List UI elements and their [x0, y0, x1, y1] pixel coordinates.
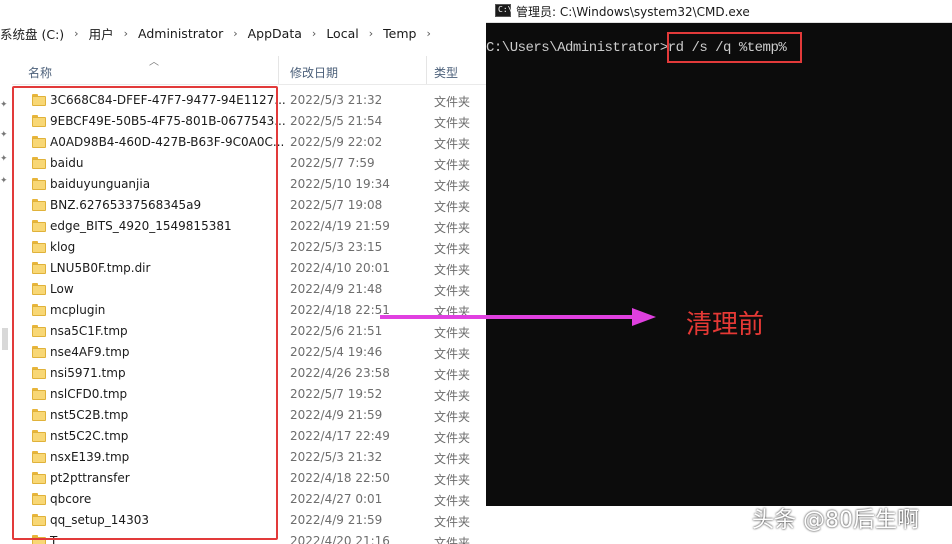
- file-modified-date: 2022/4/9 21:59: [290, 513, 383, 527]
- breadcrumb-separator-icon[interactable]: ›: [118, 27, 134, 40]
- column-divider[interactable]: [426, 56, 427, 84]
- file-type: 文件夹: [434, 494, 471, 508]
- file-type: 文件夹: [434, 515, 471, 529]
- navigation-pane: ✦ ✦ ✦ ✦: [0, 56, 12, 544]
- console-icon: C:\: [495, 4, 512, 17]
- breadcrumb: 系统盘 (C:) › 用户 › Administrator › AppData …: [0, 22, 486, 44]
- file-modified-date: 2022/5/6 21:51: [290, 324, 383, 338]
- file-type: 文件夹: [434, 137, 471, 151]
- breadcrumb-separator-icon[interactable]: ›: [420, 27, 436, 40]
- column-header-row: ︿ 名称 修改日期 类型: [12, 56, 486, 85]
- highlight-box-folder-list: [12, 86, 278, 540]
- breadcrumb-administrator[interactable]: Administrator: [134, 26, 227, 41]
- file-type: 文件夹: [434, 284, 471, 298]
- column-header-type[interactable]: 类型: [434, 64, 458, 81]
- watermark: 头条 @80后生啊: [752, 508, 919, 533]
- file-modified-date: 2022/5/4 19:46: [290, 345, 383, 359]
- file-modified-date: 2022/5/7 7:59: [290, 156, 375, 170]
- file-type: 文件夹: [434, 116, 471, 130]
- file-modified-date: 2022/5/9 22:02: [290, 135, 383, 149]
- file-modified-date: 2022/4/9 21:48: [290, 282, 383, 296]
- file-type: 文件夹: [434, 536, 471, 544]
- file-modified-date: 2022/5/3 23:15: [290, 240, 383, 254]
- file-modified-date: 2022/5/5 21:54: [290, 114, 383, 128]
- file-type: 文件夹: [434, 200, 471, 214]
- file-type: 文件夹: [434, 410, 471, 424]
- column-divider[interactable]: [278, 56, 279, 84]
- file-modified-date: 2022/4/27 0:01: [290, 492, 383, 506]
- file-type: 文件夹: [434, 326, 471, 340]
- breadcrumb-drive[interactable]: 系统盘 (C:): [0, 24, 68, 43]
- file-modified-date: 2022/4/26 23:58: [290, 366, 390, 380]
- file-type: 文件夹: [434, 389, 471, 403]
- file-modified-date: 2022/4/10 20:01: [290, 261, 390, 275]
- file-modified-date: 2022/4/19 21:59: [290, 219, 390, 233]
- cmd-window: C:\ 管理员: C:\Windows\system32\CMD.exe C:\…: [486, 0, 952, 506]
- breadcrumb-temp[interactable]: Temp: [379, 26, 420, 41]
- cmd-title-bar[interactable]: C:\ 管理员: C:\Windows\system32\CMD.exe: [486, 0, 952, 23]
- file-modified-date: 2022/4/18 22:51: [290, 303, 390, 317]
- pin-icon[interactable]: ✦: [0, 100, 8, 110]
- file-modified-date: 2022/5/10 19:34: [290, 177, 390, 191]
- file-type: 文件夹: [434, 368, 471, 382]
- file-type: 文件夹: [434, 221, 471, 235]
- nav-scrollbar-thumb[interactable]: [2, 328, 8, 350]
- breadcrumb-separator-icon[interactable]: ›: [227, 27, 243, 40]
- breadcrumb-appdata[interactable]: AppData: [244, 26, 306, 41]
- breadcrumb-separator-icon[interactable]: ›: [306, 27, 322, 40]
- file-type: 文件夹: [434, 305, 471, 319]
- file-type: 文件夹: [434, 242, 471, 256]
- cmd-window-title: 管理员: C:\Windows\system32\CMD.exe: [516, 5, 750, 19]
- file-modified-date: 2022/5/3 21:32: [290, 450, 383, 464]
- file-modified-date: 2022/5/7 19:52: [290, 387, 383, 401]
- highlight-box-command: [667, 32, 802, 63]
- annotation-label: 清理前: [686, 310, 765, 340]
- sort-ascending-icon: ︿: [149, 57, 159, 68]
- file-type: 文件夹: [434, 95, 471, 109]
- file-modified-date: 2022/5/3 21:32: [290, 93, 383, 107]
- file-type: 文件夹: [434, 158, 471, 172]
- file-modified-date: 2022/4/17 22:49: [290, 429, 390, 443]
- breadcrumb-users[interactable]: 用户: [85, 24, 118, 43]
- file-modified-date: 2022/5/7 19:08: [290, 198, 383, 212]
- file-type: 文件夹: [434, 452, 471, 466]
- file-modified-date: 2022/4/9 21:59: [290, 408, 383, 422]
- cmd-prompt: C:\Users\Administrator>: [486, 40, 668, 56]
- file-type: 文件夹: [434, 431, 471, 445]
- file-type: 文件夹: [434, 473, 471, 487]
- file-type: 文件夹: [434, 179, 471, 193]
- pin-icon[interactable]: ✦: [0, 130, 8, 140]
- column-header-date[interactable]: 修改日期: [290, 64, 338, 81]
- breadcrumb-local[interactable]: Local: [322, 26, 362, 41]
- column-header-name[interactable]: 名称: [28, 64, 52, 81]
- breadcrumb-separator-icon[interactable]: ›: [363, 27, 379, 40]
- breadcrumb-separator-icon[interactable]: ›: [68, 27, 84, 40]
- file-type: 文件夹: [434, 263, 471, 277]
- file-modified-date: 2022/4/18 22:50: [290, 471, 390, 485]
- file-modified-date: 2022/4/20 21:16: [290, 534, 390, 544]
- pin-icon[interactable]: ✦: [0, 154, 8, 164]
- file-type: 文件夹: [434, 347, 471, 361]
- pin-icon[interactable]: ✦: [0, 176, 8, 186]
